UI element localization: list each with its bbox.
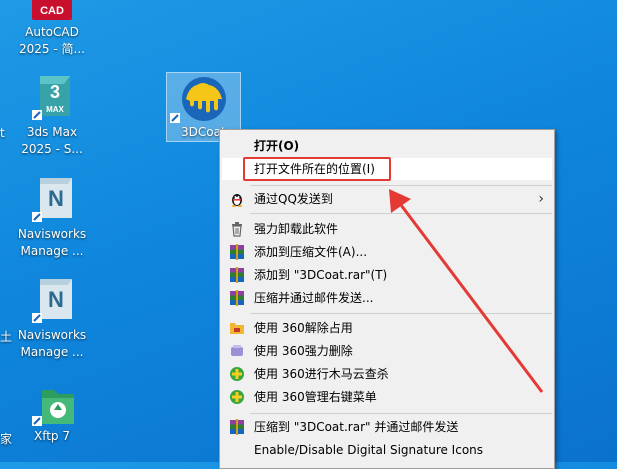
menu-item-360-manage-menu[interactable]: 使用 360管理右键菜单 (222, 386, 552, 408)
menu-separator (250, 313, 552, 314)
desktop-icon-label: Navisworks (17, 227, 87, 241)
cropped-label-fragment: 家 (0, 432, 13, 446)
desktop-icon-navisworks-1[interactable]: N Navisworks Manage ... (12, 176, 92, 260)
menu-item-compress-rar-and-email[interactable]: 压缩到 "3DCoat.rar" 并通过邮件发送 (222, 416, 552, 438)
360-manage-icon (230, 390, 244, 404)
menu-item-label: 添加到 "3DCoat.rar"(T) (254, 268, 388, 282)
menu-item-360-unlock[interactable]: 使用 360解除占用 (222, 317, 552, 339)
menu-item-label: 使用 360进行木马云查杀 (254, 367, 389, 381)
menu-item-label: 使用 360管理右键菜单 (254, 390, 377, 404)
3dcoat-icon (170, 77, 226, 123)
desktop-icon-label: 3ds Max (26, 125, 78, 139)
qq-penguin-icon (232, 194, 242, 207)
desktop-icon-label: 2025 - S... (21, 142, 83, 156)
xftp-icon (32, 390, 74, 426)
svg-text:N: N (48, 287, 64, 312)
desktop-icon-label: Manage ... (20, 244, 84, 258)
navisworks-icon: N (32, 279, 72, 323)
360-delete-icon (231, 345, 243, 356)
menu-item-open[interactable]: 打开(O) (222, 135, 552, 157)
chevron-right-icon: › (538, 191, 544, 207)
autocad-icon: CAD (32, 0, 72, 20)
menu-item-force-uninstall[interactable]: 强力卸载此软件 (222, 218, 552, 240)
menu-item-label: 使用 360强力删除 (254, 344, 353, 358)
menu-separator (250, 213, 552, 214)
menu-item-add-to-archive[interactable]: 添加到压缩文件(A)... (222, 241, 552, 263)
desktop-icon-autocad[interactable]: CAD AutoCAD 2025 - 简... (12, 0, 92, 58)
desktop-icon-label: AutoCAD (25, 25, 79, 39)
menu-item-label: 压缩并通过邮件发送... (254, 291, 374, 305)
3dsmax-icon: 3 MAX (32, 76, 70, 120)
winrar-icon (230, 290, 244, 306)
svg-text:3: 3 (50, 82, 60, 102)
menu-item-label: 通过QQ发送到 (254, 192, 333, 206)
winrar-icon (230, 419, 244, 435)
menu-separator (250, 185, 552, 186)
menu-item-label: 使用 360解除占用 (254, 321, 353, 335)
menu-item-digital-signature-icons[interactable]: Enable/Disable Digital Signature Icons (222, 439, 552, 461)
svg-text:N: N (48, 186, 64, 211)
menu-item-360-trojan-scan[interactable]: 使用 360进行木马云查杀 (222, 363, 552, 385)
cropped-label-fragment: 土 (0, 330, 13, 344)
menu-item-360-force-delete[interactable]: 使用 360强力删除 (222, 340, 552, 362)
cropped-label-fragment: t (0, 126, 5, 140)
menu-item-label: 打开(O) (254, 139, 300, 153)
360-scan-icon (230, 367, 244, 381)
trash-icon (232, 222, 242, 237)
desktop-icon-3dsmax[interactable]: 3 MAX 3ds Max 2025 - S... (12, 74, 92, 158)
menu-item-label: 压缩到 "3DCoat.rar" 并通过邮件发送 (254, 420, 459, 434)
menu-item-send-via-qq[interactable]: 通过QQ发送到 › (222, 188, 552, 210)
winrar-icon (230, 267, 244, 283)
menu-item-label: Enable/Disable Digital Signature Icons (254, 443, 484, 457)
desktop-icon-label: Manage ... (20, 345, 84, 359)
menu-item-add-to-3dcoat-rar[interactable]: 添加到 "3DCoat.rar"(T) (222, 264, 552, 286)
menu-item-compress-and-email[interactable]: 压缩并通过邮件发送... (222, 287, 552, 309)
menu-item-label: 添加到压缩文件(A)... (254, 245, 368, 259)
desktop-icon-label: 2025 - 简... (19, 42, 85, 56)
navisworks-icon: N (32, 178, 72, 222)
menu-separator (250, 413, 552, 414)
desktop-icon-xftp[interactable]: Xftp 7 (12, 384, 92, 445)
annotation-highlight-box (243, 157, 391, 181)
menu-item-label: 强力卸载此软件 (254, 222, 339, 236)
desktop-icon-navisworks-2[interactable]: N Navisworks Manage ... (12, 277, 92, 361)
desktop-icon-label: Navisworks (17, 328, 87, 342)
desktop-icon-label: Xftp 7 (33, 429, 70, 443)
winrar-icon (230, 244, 244, 260)
svg-text:MAX: MAX (46, 105, 64, 114)
svg-text:CAD: CAD (40, 5, 64, 17)
360-unlock-icon (230, 323, 244, 334)
